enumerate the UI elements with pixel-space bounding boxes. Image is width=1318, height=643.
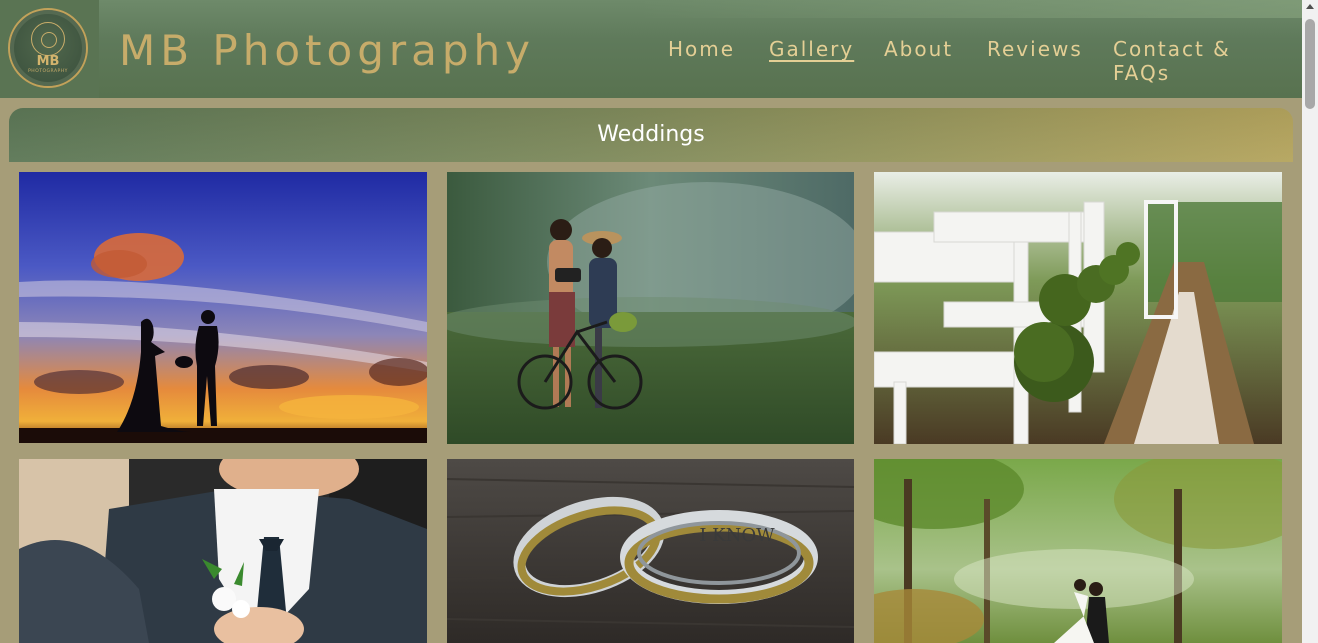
couple-with-bicycle-photo[interactable] [447, 172, 854, 444]
page-scrollbar[interactable] [1302, 0, 1318, 643]
scroll-up-arrow-icon[interactable] [1306, 4, 1314, 9]
nav-faqs-link[interactable]: FAQs [1113, 61, 1170, 85]
logo: MB PHOTOGRAPHY [8, 8, 88, 88]
nav-gallery-link[interactable]: Gallery [769, 37, 854, 61]
nav-home-link[interactable]: Home [668, 37, 735, 61]
camera-aperture-icon [31, 22, 65, 56]
section-banner: Weddings [9, 108, 1293, 162]
logo-subtext: PHOTOGRAPHY [28, 69, 68, 74]
site-title: MB Photography [119, 26, 536, 75]
nav-contact-link[interactable]: Contact & [1113, 37, 1231, 61]
nav-reviews-link[interactable]: Reviews [987, 37, 1083, 61]
section-title: Weddings [597, 122, 705, 147]
silhouette-couple-sunset-photo[interactable] [19, 172, 427, 443]
site-header: MB PHOTOGRAPHY MB Photography Home Galle… [0, 0, 1302, 98]
nav-about-link[interactable]: About [884, 37, 953, 61]
groom-boutonniere-photo[interactable] [19, 459, 427, 643]
logo-text: MB [36, 54, 60, 69]
aisle-chairs-moss-balls-photo[interactable] [874, 172, 1282, 444]
ring-engraving-text: I KNOW [699, 525, 775, 546]
wedding-rings-photo[interactable]: I KNOW [447, 459, 854, 643]
scroll-thumb[interactable] [1305, 19, 1315, 109]
logo-link[interactable]: MB PHOTOGRAPHY [0, 0, 99, 98]
couple-in-forest-photo[interactable] [874, 459, 1282, 643]
